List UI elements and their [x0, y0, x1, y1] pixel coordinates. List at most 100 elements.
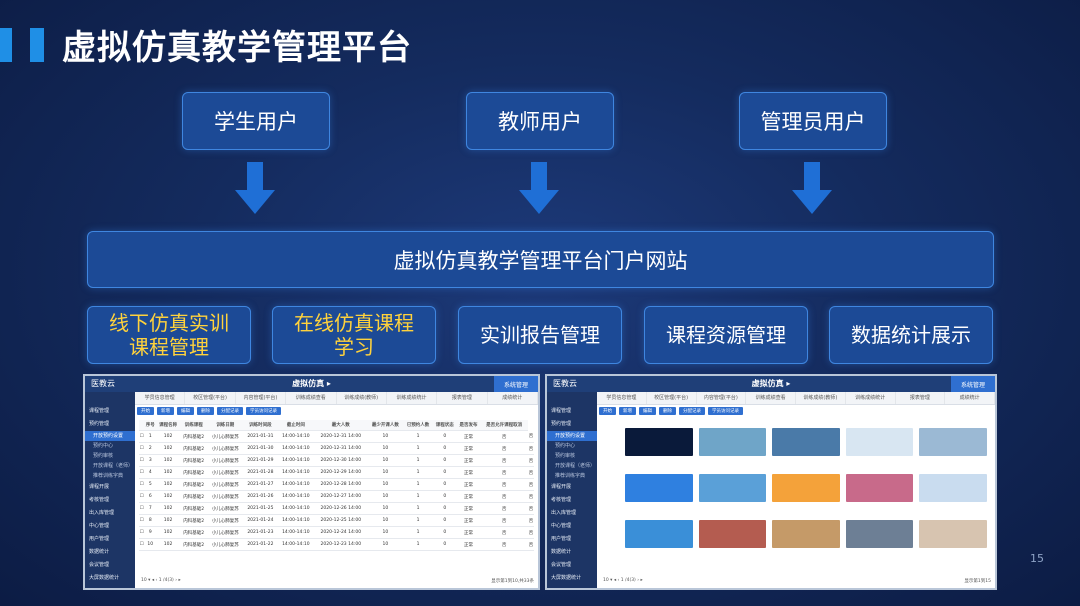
sidebar-item[interactable]: 开放课程（老师）	[85, 461, 135, 471]
sidebar-item[interactable]: 考核管理	[547, 494, 597, 507]
sidebar-item[interactable]: 预约审核	[85, 451, 135, 461]
course-thumbnail[interactable]	[845, 520, 914, 548]
course-thumbnail[interactable]	[919, 428, 987, 456]
toolbar-button[interactable]: 开始	[137, 407, 154, 415]
table-row[interactable]: ☐ 5 102 内科基础2 小儿心肺复苏 2021-01-27 14:00-14:10 202…	[139, 478, 534, 491]
toolbar-button[interactable]: 分配记录	[217, 407, 243, 415]
course-thumbnail[interactable]	[845, 474, 914, 502]
sidebar-item[interactable]: 推荐训练字典	[85, 471, 135, 481]
tab[interactable]: 成绩统计	[488, 392, 538, 404]
sidebar-item[interactable]: 课程开展	[85, 481, 135, 494]
course-card[interactable]	[625, 520, 693, 560]
course-card[interactable]	[919, 428, 987, 468]
course-card[interactable]	[919, 474, 987, 514]
sidebar-item[interactable]: 预约管理	[547, 418, 597, 431]
tab[interactable]: 训练成绩(教师)	[796, 392, 846, 404]
tab[interactable]: 校区管理(平台)	[647, 392, 697, 404]
course-thumbnail[interactable]	[772, 474, 840, 502]
tab[interactable]: 报表管理	[896, 392, 946, 404]
pager-controls[interactable]: 10 ▾ ◂ ‹ 1 /4(3) › ▸	[141, 578, 181, 586]
table-row[interactable]: ☐ 9 102 内科基础2 小儿心肺复苏 2021-01-23 14:00-14:10 202…	[139, 526, 534, 539]
sidebar-item[interactable]: 中心管理	[547, 520, 597, 533]
tab[interactable]: 报表管理	[437, 392, 488, 404]
system-manage-button[interactable]: 系统管理	[951, 376, 995, 392]
tab[interactable]: 训练成绩统计	[387, 392, 438, 404]
toolbar-button[interactable]: 学员访问记录	[708, 407, 743, 415]
course-card[interactable]	[919, 520, 987, 560]
system-manage-button[interactable]: 系统管理	[494, 376, 538, 392]
table-row[interactable]: ☐ 7 102 内科基础2 小儿心肺复苏 2021-01-25 14:00-14:10 202…	[139, 502, 534, 515]
sidebar-item[interactable]: 出入库管理	[547, 507, 597, 520]
sidebar-item[interactable]: 开放预约设置	[547, 431, 597, 441]
tab[interactable]: 学员信息管理	[597, 392, 647, 404]
table-row[interactable]: ☐ 3 102 内科基础2 小儿心肺复苏 2021-01-29 14:00-14:10 202…	[139, 454, 534, 467]
tab[interactable]: 训练成绩(教师)	[337, 392, 387, 404]
table-row[interactable]: ☐ 2 102 内科基础2 小儿心肺复苏 2021-01-30 14:00-14:10 202…	[139, 442, 534, 455]
table-row[interactable]: ☐ 8 102 内科基础2 小儿心肺复苏 2021-01-24 14:00-14:10 202…	[139, 514, 534, 527]
sidebar-item[interactable]: 大屏数据统计	[547, 572, 597, 585]
toolbar-button[interactable]: 编辑	[177, 407, 194, 415]
sidebar-item[interactable]: 推荐训练字典	[547, 471, 597, 481]
course-thumbnail[interactable]	[625, 520, 693, 548]
tab[interactable]: 成绩统计	[945, 392, 995, 404]
sidebar-item[interactable]: 预约审核	[547, 451, 597, 461]
tab[interactable]: 学员信息管理	[135, 392, 186, 404]
table-row[interactable]: ☐ 1 102 内科基础2 小儿心肺复苏 2021-01-31 14:00-14:10 202…	[139, 430, 534, 443]
sidebar-item[interactable]: 用户管理	[85, 533, 135, 546]
course-card[interactable]	[845, 428, 914, 468]
course-card[interactable]	[845, 520, 914, 560]
course-thumbnail[interactable]	[698, 474, 767, 502]
sidebar-item[interactable]: 课程开展	[547, 481, 597, 494]
course-card[interactable]	[772, 474, 840, 514]
sidebar-item[interactable]: 会议管理	[85, 559, 135, 572]
sidebar-item[interactable]: 开放预约设置	[85, 431, 135, 441]
sidebar-item[interactable]: 课程管理	[547, 405, 597, 418]
toolbar-button[interactable]: 新增	[619, 407, 636, 415]
course-card[interactable]	[625, 474, 693, 514]
toolbar-button[interactable]: 新增	[157, 407, 174, 415]
toolbar-button[interactable]: 编辑	[639, 407, 656, 415]
course-card[interactable]	[772, 520, 840, 560]
sidebar-item[interactable]: 用户管理	[547, 533, 597, 546]
course-thumbnail[interactable]	[919, 520, 987, 548]
sidebar-item[interactable]: 出入库管理	[85, 507, 135, 520]
toolbar-button[interactable]: 删除	[659, 407, 676, 415]
sidebar-item[interactable]: 开放课程（老师）	[547, 461, 597, 471]
tab[interactable]: 内容管理(平台)	[697, 392, 747, 404]
course-card[interactable]	[772, 428, 840, 468]
course-thumbnail[interactable]	[772, 428, 840, 456]
course-card[interactable]	[698, 428, 767, 468]
course-thumbnail[interactable]	[919, 474, 987, 502]
course-thumbnail[interactable]	[772, 520, 840, 548]
sidebar-item[interactable]: 大屏数据统计	[85, 572, 135, 585]
tab[interactable]: 训练成绩查看	[746, 392, 796, 404]
pager-controls[interactable]: 10 ▾ ◂ ‹ 1 /4(3) › ▸	[603, 578, 643, 586]
course-card[interactable]	[698, 474, 767, 514]
course-card[interactable]	[625, 428, 693, 468]
table-row[interactable]: ☐ 4 102 内科基础2 小儿心肺复苏 2021-01-28 14:00-14:10 202…	[139, 466, 534, 479]
sidebar-item[interactable]: 数据统计	[547, 546, 597, 559]
sidebar-item[interactable]: 预约中心	[85, 441, 135, 451]
sidebar-item[interactable]: 会议管理	[547, 559, 597, 572]
toolbar-button[interactable]: 学员访问记录	[246, 407, 281, 415]
tab[interactable]: 校区管理(平台)	[185, 392, 236, 404]
tab[interactable]: 训练成绩查看	[286, 392, 337, 404]
sidebar-item[interactable]: 数据统计	[85, 546, 135, 559]
course-thumbnail[interactable]	[845, 428, 914, 456]
course-thumbnail[interactable]	[698, 428, 767, 456]
course-card[interactable]	[845, 474, 914, 514]
toolbar-button[interactable]: 删除	[197, 407, 214, 415]
course-thumbnail[interactable]	[698, 520, 767, 548]
sidebar-item[interactable]: 预约中心	[547, 441, 597, 451]
toolbar-button[interactable]: 分配记录	[679, 407, 705, 415]
sidebar-item[interactable]: 中心管理	[85, 520, 135, 533]
sidebar-item[interactable]: 课程管理	[85, 405, 135, 418]
table-row[interactable]: ☐ 6 102 内科基础2 小儿心肺复苏 2021-01-26 14:00-14:10 202…	[139, 490, 534, 503]
sidebar-item[interactable]: 考核管理	[85, 494, 135, 507]
tab[interactable]: 训练成绩统计	[846, 392, 896, 404]
course-thumbnail[interactable]	[625, 474, 693, 502]
course-card[interactable]	[698, 520, 767, 560]
course-thumbnail[interactable]	[625, 428, 693, 456]
tab[interactable]: 内容管理(平台)	[236, 392, 287, 404]
sidebar-item[interactable]: 预约管理	[85, 418, 135, 431]
